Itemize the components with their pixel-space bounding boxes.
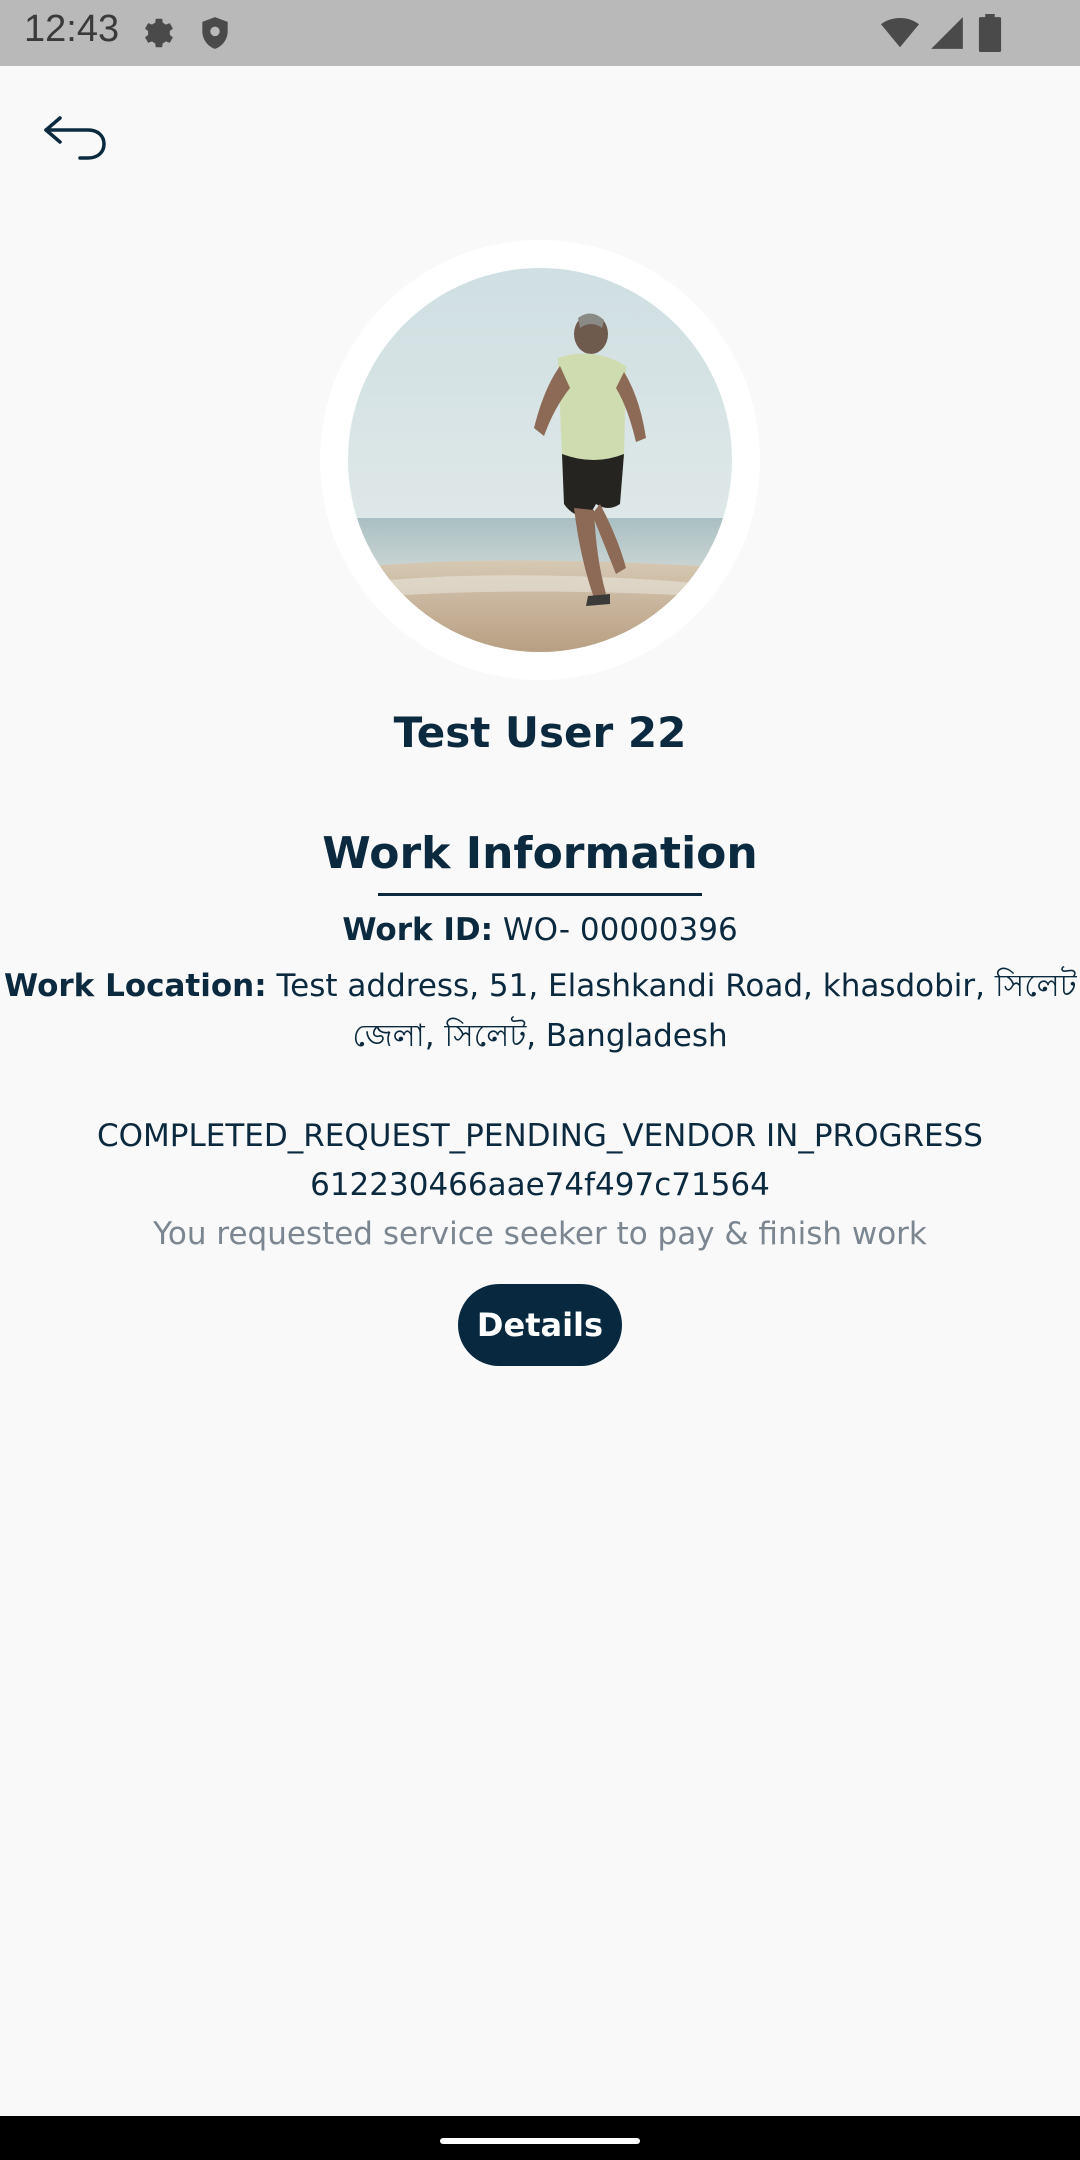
work-id-row: Work ID: WO- 00000396 [0, 912, 1080, 948]
status-codes: COMPLETED_REQUEST_PENDING_VENDOR IN_PROG… [97, 1118, 983, 1154]
status-bar: 12:43 [0, 0, 1080, 66]
work-location-row: Work Location: Test address, 51, Elashka… [4, 962, 1080, 1014]
back-arrow-icon [40, 110, 112, 170]
wifi-icon [880, 14, 920, 56]
work-location-value-line2: জেলা, সিলেট, Bangladesh [352, 1018, 728, 1054]
reference-id: 612230466aae74f497c71564 [310, 1167, 770, 1203]
shield-icon [196, 14, 234, 56]
work-location-value-line1: Test address, 51, Elashkandi Road, khasd… [276, 968, 1077, 1004]
status-time: 12:43 [24, 8, 120, 50]
user-name: Test User 22 [393, 708, 687, 757]
details-button[interactable]: Details [458, 1284, 622, 1366]
status-message: You requested service seeker to pay & fi… [153, 1216, 927, 1252]
work-id-label: Work ID: [342, 912, 494, 948]
section-title-underline [378, 893, 702, 896]
battery-icon [978, 14, 1002, 56]
work-id-value: WO- 00000396 [502, 912, 738, 948]
section-title: Work Information [322, 828, 758, 879]
work-location-row-continued: জেলা, সিলেট, Bangladesh [0, 1012, 1080, 1064]
work-location-label: Work Location: [4, 968, 267, 1004]
gear-icon [136, 14, 174, 56]
signal-icon [928, 14, 966, 56]
back-button[interactable] [36, 108, 116, 172]
home-indicator[interactable] [440, 2138, 640, 2144]
avatar [348, 268, 732, 652]
